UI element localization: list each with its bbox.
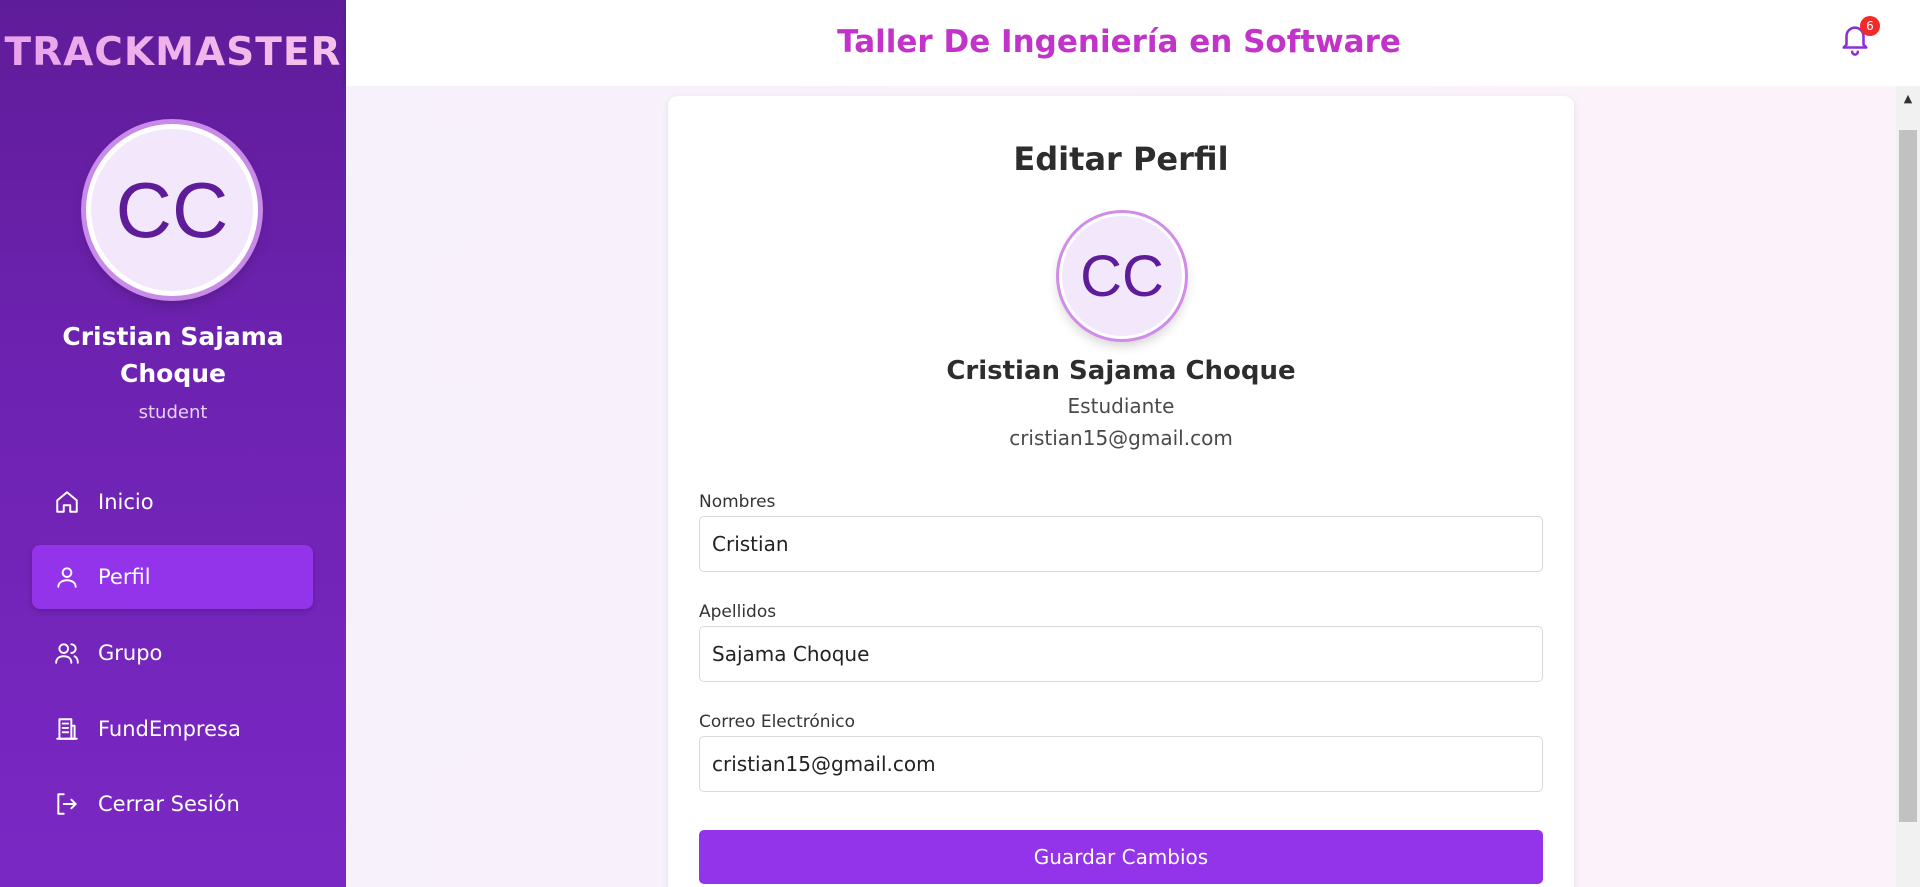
save-button[interactable]: Guardar Cambios xyxy=(699,830,1543,884)
nombres-label: Nombres xyxy=(699,492,776,512)
sidebar-user-name: Cristian Sajama Choque xyxy=(62,322,284,388)
sidebar-item-grupo[interactable]: Grupo xyxy=(32,621,313,685)
correo-label: Correo Electrónico xyxy=(699,712,856,732)
building-icon xyxy=(56,718,78,740)
sidebar-item-label: Perfil xyxy=(98,565,151,589)
card-title: Editar Perfil xyxy=(1013,140,1229,178)
logout-icon xyxy=(57,793,77,815)
user-icon xyxy=(57,567,77,588)
users-icon xyxy=(55,643,79,664)
scroll-up-arrow-icon[interactable]: ▲ xyxy=(1896,86,1920,110)
sidebar-item-label: Cerrar Sesión xyxy=(98,792,240,816)
sidebar: TRACKMASTER CC Cristian Sajama Choque st… xyxy=(0,0,346,887)
profile-avatar: CC xyxy=(1059,213,1185,339)
sidebar-item-fundempresa[interactable]: FundEmpresa xyxy=(32,697,313,761)
page-scrollbar[interactable]: ▲ xyxy=(1896,86,1920,887)
profile-role: Estudiante xyxy=(1067,394,1175,418)
nombres-field[interactable] xyxy=(699,516,1543,572)
sidebar-item-cerrar-sesion[interactable]: Cerrar Sesión xyxy=(32,772,313,836)
email-field[interactable] xyxy=(699,736,1543,792)
sidebar-user-role: student xyxy=(138,402,208,423)
sidebar-item-inicio[interactable]: Inicio xyxy=(32,470,313,534)
sidebar-avatar: CC xyxy=(86,124,258,296)
profile-name: Cristian Sajama Choque xyxy=(946,356,1296,386)
apellidos-field[interactable] xyxy=(699,626,1543,682)
sidebar-item-label: FundEmpresa xyxy=(98,717,241,741)
notifications-button[interactable]: 6 xyxy=(1838,16,1880,58)
apellidos-label: Apellidos xyxy=(699,602,777,622)
sidebar-item-label: Grupo xyxy=(98,641,163,665)
main-content: Editar Perfil CC Cristian Sajama Choque … xyxy=(346,86,1896,887)
profile-email: cristian15@gmail.com xyxy=(1009,426,1233,450)
page-title: Taller De Ingeniería en Software xyxy=(837,24,1401,60)
notification-badge: 6 xyxy=(1860,16,1880,36)
home-icon xyxy=(56,491,78,513)
sidebar-item-label: Inicio xyxy=(98,490,154,514)
edit-profile-card: Editar Perfil CC Cristian Sajama Choque … xyxy=(668,96,1574,887)
sidebar-item-perfil[interactable]: Perfil xyxy=(32,545,313,609)
top-header: Taller De Ingeniería en Software 6 xyxy=(346,0,1920,86)
app-brand: TRACKMASTER xyxy=(0,30,346,75)
scroll-thumb[interactable] xyxy=(1899,130,1917,822)
